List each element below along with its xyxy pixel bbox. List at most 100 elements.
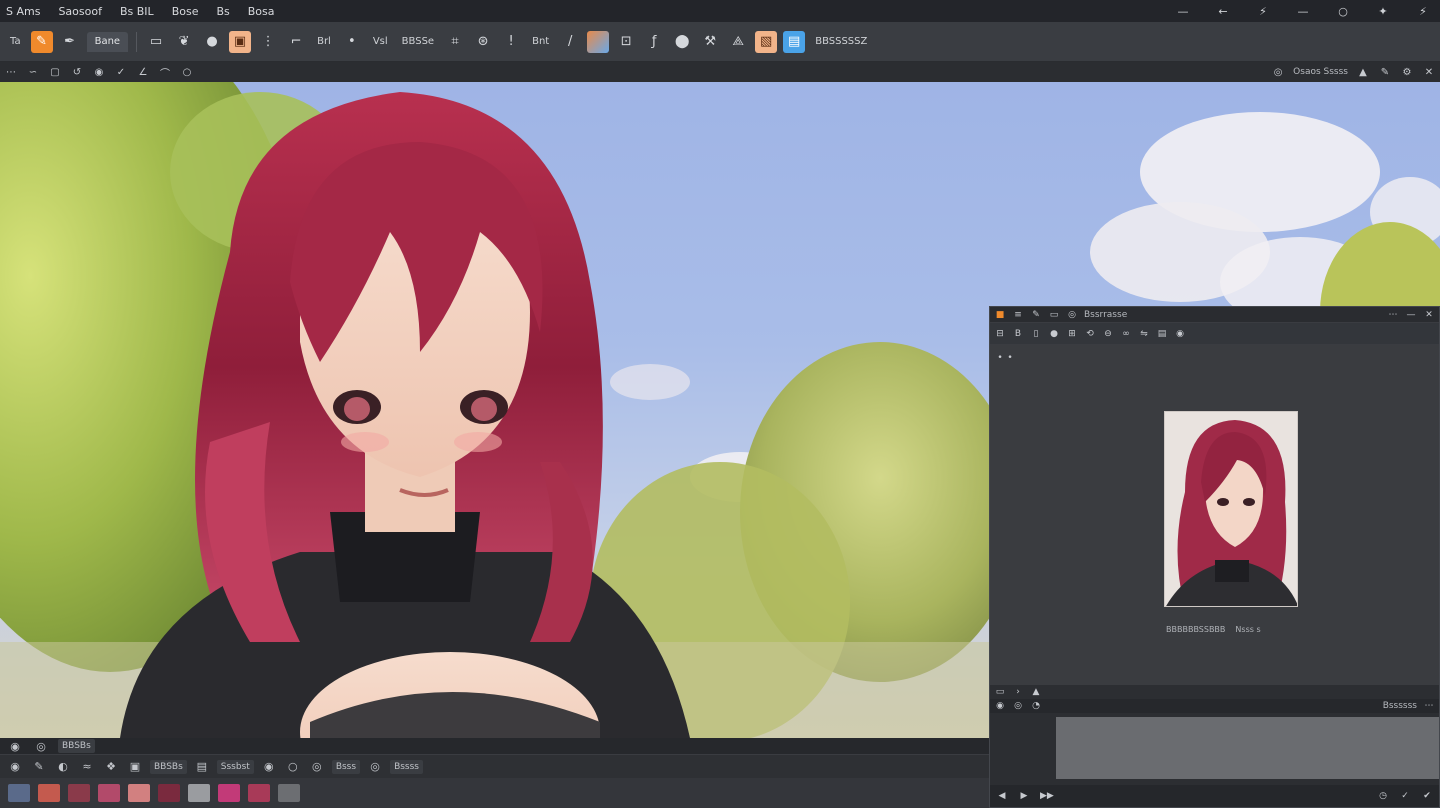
- options-ring-icon[interactable]: ○: [180, 67, 194, 78]
- layer-thumb-10[interactable]: [278, 784, 300, 802]
- menu-item-layer[interactable]: Bose: [172, 5, 199, 18]
- options-angle-icon[interactable]: ∠: [136, 67, 150, 78]
- layer-mask-icon[interactable]: ◐: [54, 760, 72, 773]
- layer-thumb-4[interactable]: [98, 784, 120, 802]
- text-icon[interactable]: ƒ: [643, 31, 665, 53]
- navigator-page-icon[interactable]: ▯: [1030, 329, 1042, 339]
- layer-target2-icon[interactable]: ◎: [366, 760, 384, 773]
- grid-icon[interactable]: ⌗: [444, 31, 466, 53]
- navigator-link-icon[interactable]: ∞: [1120, 329, 1132, 339]
- options-curve2-icon[interactable]: ⌒: [158, 65, 172, 80]
- fill-icon[interactable]: ▣: [229, 30, 252, 53]
- options-brush-icon[interactable]: ✎: [1378, 67, 1392, 78]
- layer-tool-label-1[interactable]: BBSBs: [150, 759, 187, 774]
- options-info-icon[interactable]: ◎: [1271, 67, 1285, 78]
- image-icon[interactable]: ▤: [783, 30, 806, 53]
- bar-icon[interactable]: ⋮: [257, 31, 279, 53]
- options-flag-icon[interactable]: ▲: [1356, 67, 1370, 78]
- menu-item-file[interactable]: S Ams: [6, 5, 40, 18]
- navigator-viewport[interactable]: • • BBBBBBSSBBB Nsss s: [990, 345, 1439, 685]
- layer-thumb-9[interactable]: [248, 784, 270, 802]
- navigator-flip-icon[interactable]: ⇋: [1138, 329, 1150, 339]
- navigator-eraser-icon[interactable]: ▭: [1048, 310, 1060, 320]
- navigator-minus-icon[interactable]: ⊖: [1102, 329, 1114, 339]
- options-redo-icon[interactable]: ↺: [70, 67, 84, 78]
- layer-tool-label-2[interactable]: Sssbst: [216, 759, 254, 774]
- navigator-grid-icon[interactable]: ⊞: [1066, 329, 1078, 339]
- options-frame-icon[interactable]: ▢: [48, 67, 62, 78]
- navigator-row-menu-icon[interactable]: ⋯: [1423, 701, 1435, 711]
- eraser-icon[interactable]: ▭: [145, 31, 167, 53]
- eyedropper-icon[interactable]: ⊛: [472, 31, 494, 53]
- layer-thumb-2[interactable]: [38, 784, 60, 802]
- menu-item-filter[interactable]: Bs: [216, 5, 229, 18]
- menu-item-view[interactable]: Bs BIL: [120, 5, 154, 18]
- navigator-clock-icon[interactable]: ◷: [1377, 791, 1389, 801]
- options-grid-icon[interactable]: ⋯: [4, 67, 18, 78]
- toolbar-label-bbsse[interactable]: BBSSe: [398, 36, 438, 47]
- navigator-target-icon[interactable]: ◎: [1066, 310, 1078, 320]
- back-icon[interactable]: ←: [1212, 5, 1234, 18]
- layer-doc-icon[interactable]: ▤: [193, 760, 211, 773]
- navigator-rotate-icon[interactable]: ⟲: [1084, 329, 1096, 339]
- navigator-next-icon[interactable]: ▶▶: [1040, 791, 1054, 801]
- navigator-minimize-icon[interactable]: —: [1405, 310, 1417, 320]
- navigator-bold-icon[interactable]: B: [1012, 329, 1024, 339]
- toolbar-label-vsl[interactable]: Vsl: [369, 36, 392, 47]
- toolbar-label-bnt[interactable]: Bnt: [528, 36, 553, 47]
- navigator-double-check-icon[interactable]: ✔: [1421, 791, 1433, 801]
- line-icon[interactable]: /: [559, 31, 581, 53]
- navigator-lock-icon[interactable]: ▲: [1030, 687, 1042, 697]
- gradient-icon[interactable]: [587, 30, 610, 53]
- layer-eye-icon[interactable]: ◉: [6, 760, 24, 773]
- layer-group-icon[interactable]: ❖: [102, 760, 120, 773]
- layer-ring-icon[interactable]: ○: [284, 760, 302, 773]
- lightning-icon[interactable]: ⚡: [1252, 5, 1274, 18]
- toolbar-label-right[interactable]: BBSSSSSZ: [811, 36, 871, 47]
- toolbar-tab-b[interactable]: Bane: [86, 31, 129, 52]
- shape-icon[interactable]: ⟁: [727, 31, 749, 53]
- hammer-icon[interactable]: ⚒: [699, 31, 721, 53]
- marker-icon[interactable]: !: [500, 31, 522, 53]
- layer-image-icon[interactable]: ▣: [126, 760, 144, 773]
- options-settings-icon[interactable]: ⚙: [1400, 67, 1414, 78]
- close-icon[interactable]: ⚡: [1412, 5, 1434, 18]
- circle-icon[interactable]: ○: [1332, 5, 1354, 18]
- layer-settings-icon[interactable]: ◎: [32, 740, 50, 753]
- layer-tool-label-3[interactable]: Bsss: [331, 759, 361, 774]
- dash-icon[interactable]: —: [1292, 5, 1314, 18]
- layer-visibility-icon[interactable]: ◉: [6, 740, 24, 753]
- toolbar-tab-a[interactable]: Ta: [6, 36, 25, 47]
- navigator-prev-icon[interactable]: ◀: [996, 791, 1008, 801]
- options-curve-icon[interactable]: ∽: [26, 67, 40, 78]
- navigator-close-icon[interactable]: ✕: [1423, 310, 1435, 320]
- blob-icon[interactable]: ●: [201, 31, 223, 53]
- menu-item-edit[interactable]: Saosoof: [58, 5, 102, 18]
- navigator-layer-icon[interactable]: ▭: [994, 687, 1006, 697]
- feather-icon[interactable]: ❦: [173, 31, 195, 53]
- navigator-tool-icon-1[interactable]: ≡: [1012, 310, 1024, 320]
- color-swatch-icon[interactable]: ▧: [755, 30, 778, 53]
- crop-icon[interactable]: ⊡: [615, 31, 637, 53]
- menu-item-window[interactable]: Bosa: [248, 5, 275, 18]
- layer-wave-icon[interactable]: ≈: [78, 760, 96, 773]
- navigator-play-icon[interactable]: ▶: [1018, 791, 1030, 801]
- location-icon[interactable]: ⬤: [671, 31, 693, 53]
- layer-brush-icon[interactable]: ✎: [30, 760, 48, 773]
- navigator-timeline-track[interactable]: [1056, 717, 1439, 779]
- layer-eye2-icon[interactable]: ◉: [260, 760, 278, 773]
- navigator-thumbnail[interactable]: [1164, 411, 1298, 607]
- navigator-chevron-icon[interactable]: ›: [1012, 687, 1024, 697]
- select-icon[interactable]: ⌐: [285, 31, 307, 53]
- navigator-opacity-icon[interactable]: ◔: [1030, 701, 1042, 711]
- brush-icon[interactable]: ✎: [30, 30, 53, 53]
- pen-icon[interactable]: ✒: [59, 31, 81, 53]
- layer-target-icon[interactable]: ◎: [308, 760, 326, 773]
- navigator-visibility-icon[interactable]: ◉: [994, 701, 1006, 711]
- navigator-settings-icon[interactable]: ◉: [1174, 329, 1186, 339]
- options-circle-icon[interactable]: ◉: [92, 67, 106, 78]
- star-icon[interactable]: ✦: [1372, 5, 1394, 18]
- layer-thumb-1[interactable]: [8, 784, 30, 802]
- layer-thumb-6[interactable]: [158, 784, 180, 802]
- navigator-fit-icon[interactable]: ⊟: [994, 329, 1006, 339]
